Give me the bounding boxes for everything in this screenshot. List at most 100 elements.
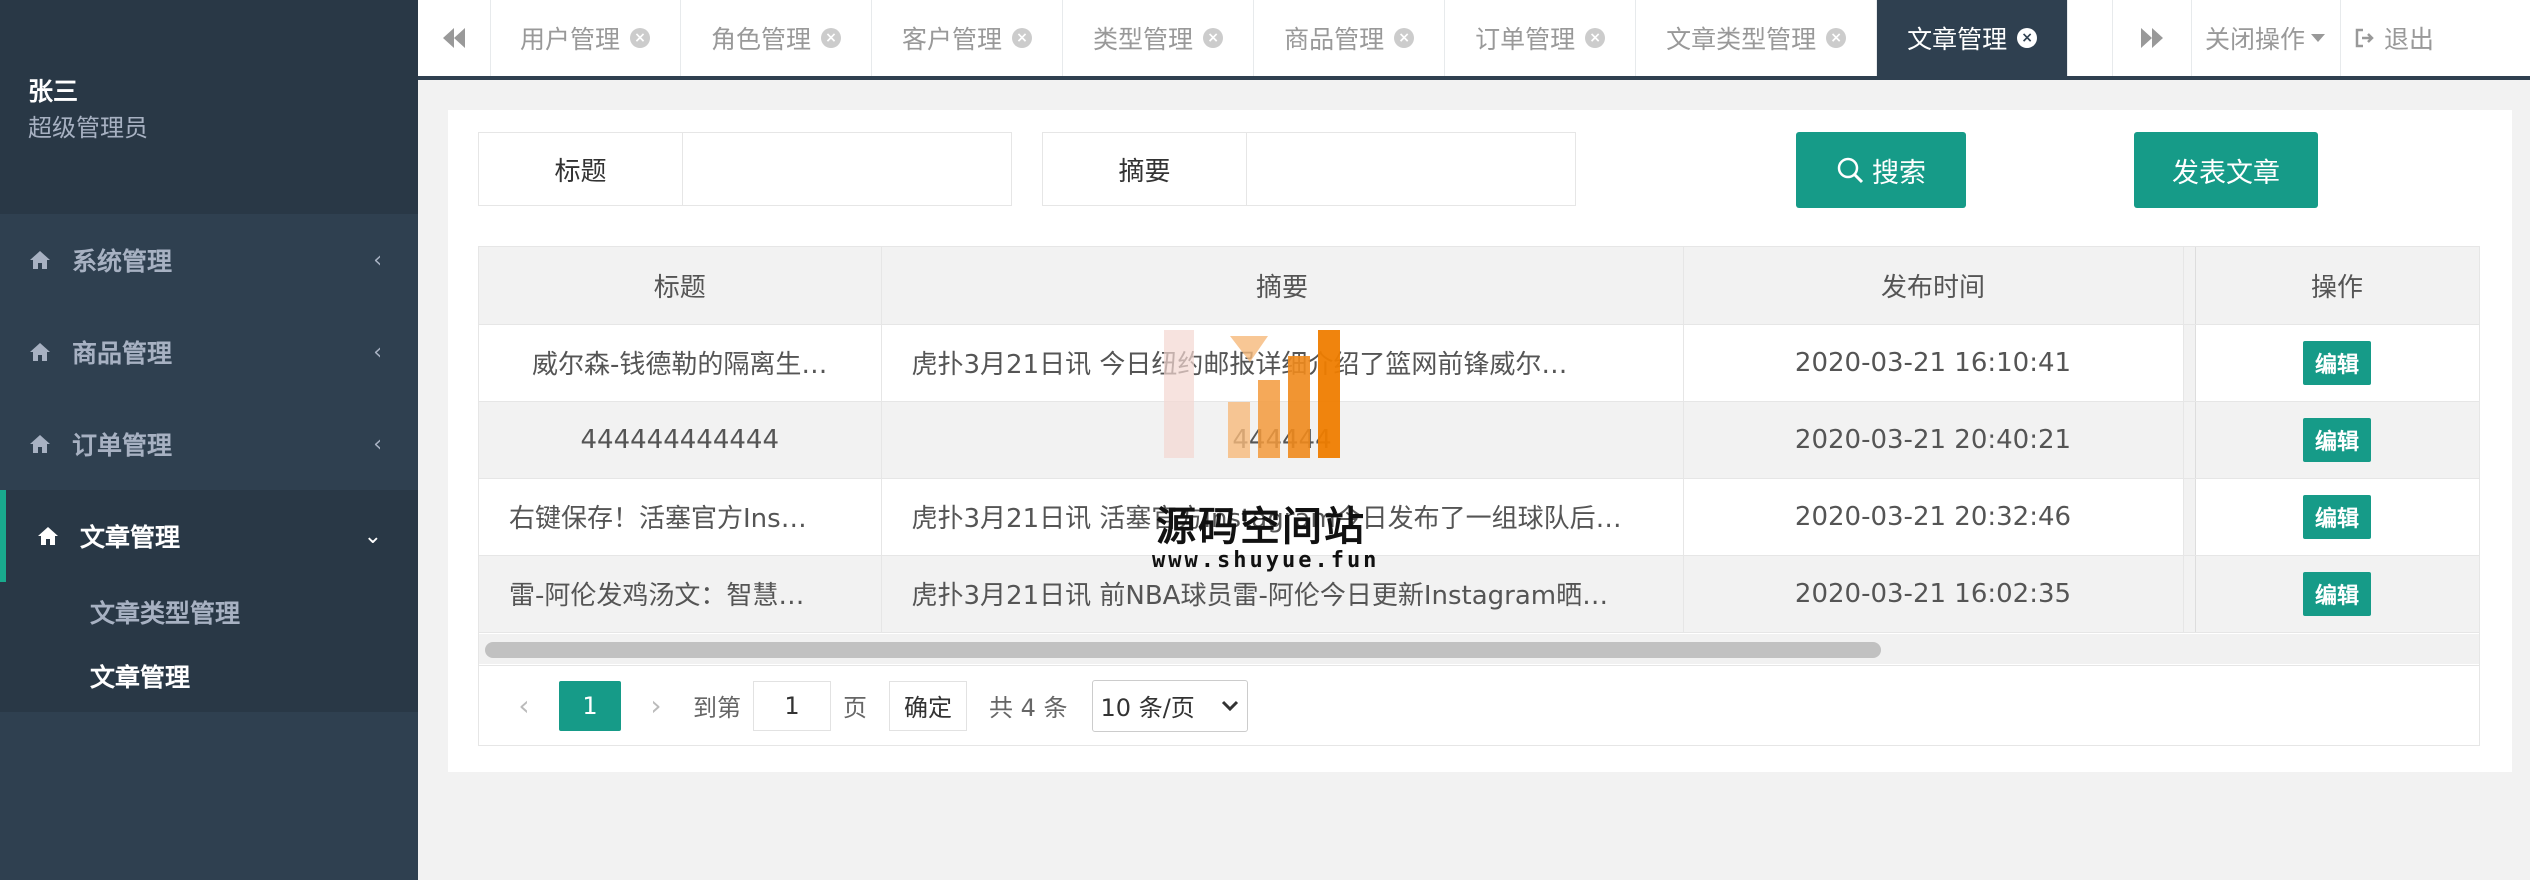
close-icon[interactable]: × xyxy=(1203,28,1224,48)
scrollbar-thumb[interactable] xyxy=(485,642,1881,658)
close-icon[interactable]: × xyxy=(2017,28,2038,48)
tab-products[interactable]: 商品管理 × xyxy=(1254,0,1446,76)
tab-label: 商品管理 xyxy=(1284,25,1385,54)
edit-button[interactable]: 编辑 xyxy=(2302,340,2371,385)
chevron-left-icon: ‹ xyxy=(373,247,382,273)
home-icon xyxy=(38,527,58,545)
column-header-actions: 操作 xyxy=(2195,247,2479,325)
tab-label: 文章类型管理 xyxy=(1666,25,1817,54)
prev-page-button[interactable]: ‹ xyxy=(499,689,549,722)
logout-button[interactable]: 退出 xyxy=(2340,0,2530,76)
chevron-down-icon: ⌄ xyxy=(363,523,382,549)
confirm-page-button[interactable]: 确定 xyxy=(889,680,967,731)
title-field-label: 标题 xyxy=(479,133,683,205)
sidebar: 张三 超级管理员 系统管理 ‹ 商品管理 ‹ 订单管理 ‹ 文章管理 ⌄ 文章类… xyxy=(0,0,418,880)
page-unit-label: 页 xyxy=(843,694,867,722)
tab-roles[interactable]: 角色管理 × xyxy=(681,0,873,76)
user-role: 超级管理员 xyxy=(28,114,148,142)
cell-title: 右键保存！活塞官方Ins… xyxy=(479,478,882,556)
table-header-row: 标题 摘要 发布时间 操作 xyxy=(479,247,2479,325)
tab-articles[interactable]: 文章管理 × xyxy=(1877,0,2069,76)
summary-field-label: 摘要 xyxy=(1043,133,1247,205)
close-icon[interactable]: × xyxy=(1585,28,1606,48)
next-page-button[interactable]: › xyxy=(631,689,681,722)
watermark-text: 源码空间站 xyxy=(1156,504,1366,550)
cell-actions: 编辑 xyxy=(2195,401,2479,479)
pagination: ‹ 1 › 到第 页 确定 共 4 条 10 条/页 xyxy=(479,665,2479,745)
column-divider xyxy=(2183,555,2196,633)
close-operations-label: 关闭操作 xyxy=(2204,25,2305,54)
tab-scroll-left-button[interactable] xyxy=(418,0,491,76)
cell-actions: 编辑 xyxy=(2195,555,2479,633)
sidebar-item-products[interactable]: 商品管理 ‹ xyxy=(0,306,418,398)
table-row: 雷-阿伦发鸡汤文：智慧… 虎扑3月21日讯 前NBA球员雷-阿伦今日更新Inst… xyxy=(479,555,2479,633)
table-row: 威尔森-钱德勒的隔离生… 虎扑3月21日讯 今日纽约邮报详细介绍了篮网前锋威尔…… xyxy=(479,324,2479,402)
cell-time: 2020-03-21 16:10:41 xyxy=(1683,324,2184,402)
tab-customers[interactable]: 客户管理 × xyxy=(872,0,1064,76)
close-icon[interactable]: × xyxy=(1826,28,1847,48)
home-icon xyxy=(30,343,50,361)
tab-types[interactable]: 类型管理 × xyxy=(1063,0,1255,76)
page-size-select[interactable]: 10 条/页 xyxy=(1091,679,1248,732)
caret-down-icon xyxy=(2311,34,2325,42)
tab-scroll-right-button[interactable] xyxy=(2112,0,2192,76)
home-icon xyxy=(30,251,50,269)
search-icon xyxy=(1837,157,1864,184)
tab-label: 类型管理 xyxy=(1093,25,1194,54)
tabs: 用户管理 × 角色管理 × 客户管理 × 类型管理 × 商品管理 × 订单管理 × 文章类型… xyxy=(490,0,2069,76)
close-icon[interactable]: × xyxy=(1394,28,1415,48)
sign-out-icon xyxy=(2355,28,2374,48)
close-icon[interactable]: × xyxy=(630,28,651,48)
tab-bar: 用户管理 × 角色管理 × 客户管理 × 类型管理 × 商品管理 × 订单管理 × 文章类型… xyxy=(418,0,2530,80)
tab-label: 文章管理 xyxy=(1907,25,2008,54)
tab-users[interactable]: 用户管理 × xyxy=(490,0,682,76)
sidebar-subitem-article-types[interactable]: 文章类型管理 xyxy=(0,582,418,646)
table-row: 444444444444 444444 2020-03-21 20:40:21 … xyxy=(479,401,2479,479)
goto-page-input[interactable] xyxy=(753,680,831,731)
horizontal-scrollbar[interactable] xyxy=(479,634,2479,664)
column-header-title[interactable]: 标题 xyxy=(479,247,882,325)
table-row: 右键保存！活塞官方Ins… 虎扑3月21日讯 活塞官方Instagram今日发布… xyxy=(479,478,2479,556)
column-header-time[interactable]: 发布时间 xyxy=(1683,247,2184,325)
edit-button[interactable]: 编辑 xyxy=(2302,571,2371,616)
tab-article-types[interactable]: 文章类型管理 × xyxy=(1636,0,1878,76)
cell-time: 2020-03-21 20:32:46 xyxy=(1683,478,2184,556)
sidebar-item-orders[interactable]: 订单管理 ‹ xyxy=(0,398,418,490)
content-panel: 标题 摘要 搜索 发表文章 标题 摘要 发布时间 操作 威尔森-钱德勒的隔离生…… xyxy=(448,110,2512,772)
edit-button[interactable]: 编辑 xyxy=(2302,494,2371,539)
title-input[interactable] xyxy=(683,133,1011,205)
summary-input[interactable] xyxy=(1247,133,1575,205)
chevron-left-icon: ‹ xyxy=(373,339,382,365)
sidebar-item-articles[interactable]: 文章管理 ⌄ xyxy=(0,490,418,582)
sidebar-subitem-articles[interactable]: 文章管理 xyxy=(0,646,418,710)
close-icon[interactable]: × xyxy=(1012,28,1033,48)
backward-icon xyxy=(443,28,465,48)
goto-label: 到第 xyxy=(693,694,741,722)
title-search-field: 标题 xyxy=(478,132,1012,206)
page-size-value: 10 条/页 xyxy=(1100,694,1195,722)
search-button[interactable]: 搜索 xyxy=(1796,132,1966,208)
tab-label: 客户管理 xyxy=(902,25,1003,54)
column-divider xyxy=(2183,247,2196,325)
article-table: 标题 摘要 发布时间 操作 威尔森-钱德勒的隔离生… 虎扑3月21日讯 今日纽约… xyxy=(478,246,2480,746)
user-profile: 张三 超级管理员 xyxy=(0,0,418,214)
cell-title: 威尔森-钱德勒的隔离生… xyxy=(479,324,882,402)
sidebar-item-label: 文章管理 xyxy=(80,523,181,552)
edit-button[interactable]: 编辑 xyxy=(2302,417,2371,462)
tab-orders[interactable]: 订单管理 × xyxy=(1445,0,1637,76)
column-divider xyxy=(2183,324,2196,402)
summary-search-field: 摘要 xyxy=(1042,132,1576,206)
total-count: 共 4 条 xyxy=(989,694,1068,722)
publish-article-button[interactable]: 发表文章 xyxy=(2134,132,2318,208)
chevron-left-icon: ‹ xyxy=(373,431,382,457)
sidebar-item-system[interactable]: 系统管理 ‹ xyxy=(0,214,418,306)
cell-time: 2020-03-21 16:02:35 xyxy=(1683,555,2184,633)
column-divider xyxy=(2183,478,2196,556)
current-page[interactable]: 1 xyxy=(559,680,621,731)
watermark-url: www.shuyue.fun xyxy=(1152,548,1380,573)
home-icon xyxy=(30,435,50,453)
cell-time: 2020-03-21 20:40:21 xyxy=(1683,401,2184,479)
sidebar-item-label: 系统管理 xyxy=(72,247,173,276)
close-icon[interactable]: × xyxy=(821,28,842,48)
close-operations-dropdown[interactable]: 关闭操作 xyxy=(2190,0,2341,76)
